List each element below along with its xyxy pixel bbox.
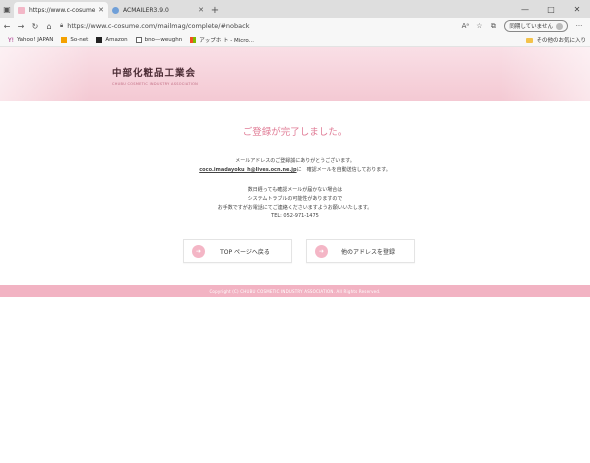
favorite-label: Amazon xyxy=(105,37,128,43)
favorite-amazon[interactable]: Amazon xyxy=(96,37,128,43)
more-menu-icon[interactable]: ··· xyxy=(572,18,586,34)
register-other-address-button[interactable]: ➜ 他のアドレスを登録 xyxy=(306,239,415,263)
back-to-top-button[interactable]: ➜ TOP ページへ戻る xyxy=(183,239,292,263)
button-label: TOP ページへ戻る xyxy=(220,248,270,256)
tab-title: ACMAILER3.9.0 xyxy=(123,6,169,14)
amazon-icon xyxy=(96,37,103,43)
logo-title: 中部化粧品工業会 xyxy=(112,68,197,79)
favorite-star-icon[interactable]: ☆ xyxy=(472,18,486,34)
logo-subtitle: CHUBU COSMETIC INDUSTRY ASSOCIATION xyxy=(112,82,199,86)
header-decoration xyxy=(500,47,590,101)
footer: Copyright (C) CHUBU COSMETIC INDUSTRY AS… xyxy=(0,285,590,297)
favorites-bar: Y! Yahoo! JAPAN So-net Amazon bno—weughn… xyxy=(0,34,590,47)
favorite-label: アップホ ト - Micro... xyxy=(199,38,254,44)
other-favorites[interactable]: その他のお気に入り xyxy=(526,36,586,44)
tab-acmailer[interactable]: ACMAILER3.9.0 ✕ xyxy=(108,2,208,18)
minimize-button[interactable]: — xyxy=(512,0,538,18)
site-favicon-icon xyxy=(18,6,25,14)
copyright-text: Copyright (C) CHUBU COSMETIC INDUSTRY AS… xyxy=(209,288,381,294)
tab-title: https://www.c-cosume.com/mai xyxy=(29,6,96,14)
home-button[interactable]: ⌂ xyxy=(42,18,56,34)
site-logo[interactable]: 中部化粧品工業会 CHUBU COSMETIC INDUSTRY ASSOCIA… xyxy=(112,65,198,86)
sync-label: 同期していません xyxy=(509,24,553,30)
title-bar: ▣ https://www.c-cosume.com/mai ✕ ACMAILE… xyxy=(0,0,590,18)
page-icon xyxy=(135,37,142,43)
collections-icon[interactable]: ⧉ xyxy=(486,18,500,34)
url-text: https://www.c-cosume.com/mailmag/complet… xyxy=(67,22,250,30)
thanks-text: メールアドレスのご登録誠にありがとうございます。 xyxy=(235,158,355,164)
reload-button[interactable]: ↻ xyxy=(28,18,42,34)
other-favorites-label: その他のお気に入り xyxy=(536,38,586,44)
header-decoration xyxy=(0,47,90,101)
close-window-button[interactable]: ✕ xyxy=(564,0,590,18)
window-controls: — □ ✕ xyxy=(512,0,590,18)
arrow-right-icon: ➜ xyxy=(315,244,328,258)
favorite-label: bno—weughn xyxy=(144,37,183,43)
globe-icon xyxy=(112,6,119,14)
read-aloud-icon[interactable]: Aᵃ xyxy=(458,18,472,34)
new-tab-button[interactable]: + xyxy=(208,2,222,18)
browser-menu-icon[interactable]: ▣ xyxy=(0,0,14,18)
folder-icon xyxy=(526,37,534,43)
forward-button[interactable]: → xyxy=(14,18,28,34)
sonet-icon xyxy=(61,37,68,43)
page-title: ご登録が完了しました。 xyxy=(242,127,348,138)
note-line-3: お手数ですがお電話にてご連絡くださいますようお願いいたします。 xyxy=(217,205,373,211)
address-bar: ← → ↻ ⌂ 🔒︎ https://www.c-cosume.com/mail… xyxy=(0,18,590,34)
close-tab-icon[interactable]: ✕ xyxy=(198,6,204,14)
tel-text: TEL: 052-971-1475 xyxy=(271,213,319,219)
back-button[interactable]: ← xyxy=(0,18,14,34)
site-header: 中部化粧品工業会 CHUBU COSMETIC INDUSTRY ASSOCIA… xyxy=(0,47,590,101)
email-line: coco.imadayoku_h@lives.ocn.ne.jpに 確認メールを… xyxy=(0,166,590,173)
url-field[interactable]: 🔒︎ https://www.c-cosume.com/mailmag/comp… xyxy=(60,20,458,32)
close-tab-icon[interactable]: ✕ xyxy=(98,6,104,14)
arrow-right-icon: ➜ xyxy=(192,244,205,258)
favorite-sonet[interactable]: So-net xyxy=(61,37,88,43)
yahoo-icon: Y! xyxy=(8,37,15,44)
email-suffix: に 確認メールを自動送信しております。 xyxy=(296,167,391,173)
sync-button[interactable]: 同期していません xyxy=(504,20,568,32)
tab-cosume[interactable]: https://www.c-cosume.com/mai ✕ xyxy=(14,2,108,18)
favorite-page[interactable]: bno—weughn xyxy=(135,37,183,43)
favorite-label: Yahoo! JAPAN xyxy=(17,37,54,43)
favorite-label: So-net xyxy=(70,37,89,43)
favorite-microsoft[interactable]: アップホ ト - Micro... xyxy=(190,36,254,44)
note-line-2: システムトラブルの可能性がありますので xyxy=(247,196,343,202)
email-address: coco.imadayoku_h@lives.ocn.ne.jp xyxy=(199,167,297,173)
maximize-button[interactable]: □ xyxy=(538,0,564,18)
favorite-yahoo[interactable]: Y! Yahoo! JAPAN xyxy=(8,37,54,44)
microsoft-icon xyxy=(190,37,197,43)
toolbar-right: Aᵃ ☆ ⧉ 同期していません ··· xyxy=(458,18,586,34)
note-line-1: 数日経っても確認メールが届かない場合は xyxy=(247,187,343,193)
profile-avatar xyxy=(556,22,563,30)
button-label: 他のアドレスを登録 xyxy=(340,248,395,256)
lock-icon: 🔒︎ xyxy=(60,22,64,29)
